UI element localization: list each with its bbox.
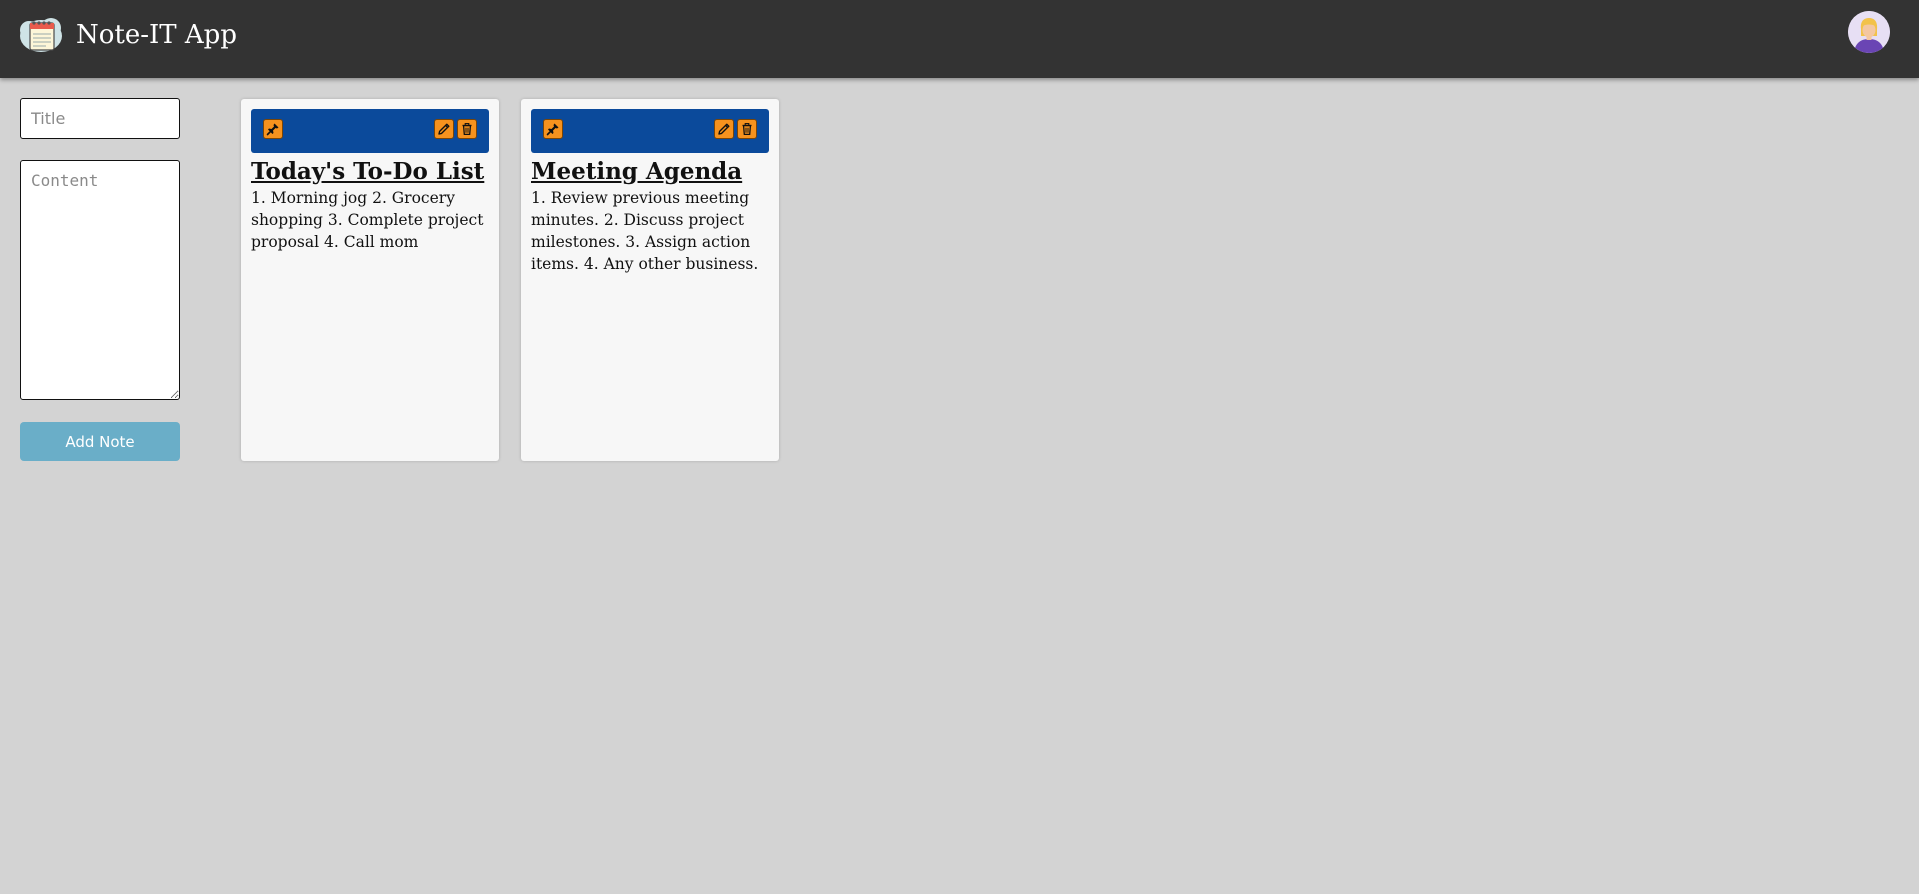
app-header: Note-IT App <box>0 0 1919 78</box>
pin-icon[interactable] <box>543 119 563 139</box>
note-card: Meeting Agenda 1. Review previous meetin… <box>521 99 779 461</box>
edit-icon[interactable] <box>714 119 734 139</box>
trash-icon[interactable] <box>457 119 477 139</box>
add-note-button[interactable]: Add Note <box>20 422 180 461</box>
note-card: Today's To-Do List 1. Morning jog 2. Gro… <box>241 99 499 461</box>
app-logo-icon <box>18 14 64 56</box>
title-input[interactable] <box>20 98 180 139</box>
note-title: Today's To-Do List <box>251 158 485 185</box>
app-title: Note-IT App <box>76 20 237 50</box>
note-title: Meeting Agenda <box>531 158 743 185</box>
trash-icon[interactable] <box>737 119 757 139</box>
note-content: 1. Morning jog 2. Grocery shopping 3. Co… <box>251 189 484 251</box>
user-avatar-icon[interactable] <box>1848 11 1890 53</box>
note-content: 1. Review previous meeting minutes. 2. D… <box>531 189 759 273</box>
pin-icon[interactable] <box>263 119 283 139</box>
content-input[interactable] <box>20 160 180 400</box>
note-toolbar <box>251 109 489 153</box>
note-toolbar <box>531 109 769 153</box>
edit-icon[interactable] <box>434 119 454 139</box>
